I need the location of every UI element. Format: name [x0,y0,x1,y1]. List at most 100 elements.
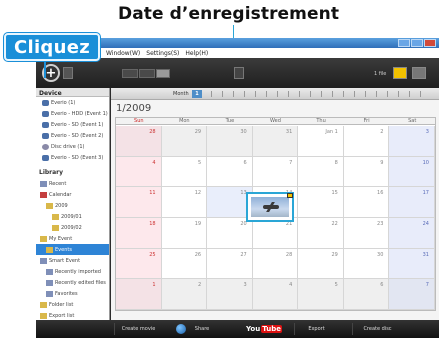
library-item[interactable]: 2009/01 [36,211,109,222]
device-item[interactable]: Everio - SD (Event 3) [36,152,109,163]
calendar-day-cell[interactable]: 30 [207,126,253,157]
calendar-day-cell[interactable]: 6 [207,156,253,188]
calendar-day-cell[interactable]: 29 [161,126,208,157]
calendar-day-cell[interactable]: 22 [298,218,344,249]
calendar-day-cell[interactable]: 31 [252,126,299,157]
day-number: 4 [289,282,293,289]
library-item[interactable]: Export list [36,310,109,320]
calendar-day-cell[interactable]: 8 [298,156,344,188]
calendar-day-cell[interactable]: 7 [389,279,435,310]
folder-icon [46,202,53,209]
disc-icon [42,143,49,150]
device-item[interactable]: Disc drive (1) [36,141,109,152]
menu-settings[interactable]: Settings(S) [146,50,179,57]
share-button[interactable]: Share [188,323,216,335]
calendar-day-cell[interactable]: 17 [389,187,435,218]
day-number: 26 [194,251,202,258]
calendar-day-cell[interactable]: 5 [298,279,344,310]
library-item[interactable]: Smart Event [36,255,109,266]
day-number: 4 [152,159,156,166]
calendar-day-cell[interactable]: 5 [161,156,208,188]
video-thumbnail[interactable] [246,192,294,222]
calendar-day-cell[interactable]: 26 [161,248,208,280]
calendar-day-cell[interactable]: 16 [343,187,390,218]
library-item[interactable]: Events [36,244,109,255]
calendar-day-cell[interactable]: 4 [252,279,299,310]
create-movie-button[interactable]: Create movie [114,323,162,335]
export-button[interactable]: Export [294,323,338,335]
library-label: 2009 [55,202,68,209]
device-item[interactable]: Everio - SD (Event 1) [36,119,109,130]
calendar-day-cell[interactable]: 11 [116,187,162,218]
calendar-day-cell[interactable]: Jan 1 [298,126,344,157]
calendar-day-cell[interactable]: 1 [116,279,162,310]
library-item[interactable]: 2009/02 [36,222,109,233]
calendar-day-cell[interactable]: 20 [207,218,253,249]
sort-icon[interactable] [412,67,426,79]
device-item[interactable]: Everio (1) [36,97,109,108]
calendar-day-cell[interactable]: 15 [298,187,344,218]
calendar-day-cell[interactable]: 7 [252,156,299,188]
calendar-day-cell[interactable]: 10 [389,156,435,188]
zoom-tick [255,91,256,97]
device-item[interactable]: Everio - SD (Event 2) [36,130,109,141]
calendar-day-cell[interactable]: 2 [343,126,390,157]
library-item[interactable]: 2009 [36,200,109,211]
zoom-tick [233,91,234,97]
calendar-day-cell[interactable]: 24 [389,218,435,249]
device-label: Everio - HDD (Event 1) [51,110,108,117]
zoom-tick [266,91,267,97]
library-item[interactable]: Calendar [36,189,109,200]
library-item[interactable]: My Event [36,233,109,244]
smart-icon [46,268,53,275]
day-number: 30 [377,251,384,258]
globe-icon[interactable] [176,324,186,334]
maximize-button[interactable] [411,39,423,47]
library-item[interactable]: Favorites [36,288,109,299]
day-number: 27 [240,251,247,258]
calendar-day-cell[interactable]: 28 [252,248,299,280]
calendar-day-cell[interactable]: 31 [389,248,435,280]
day-number: 6 [380,282,384,289]
calendar-day-cell[interactable]: 3 [207,279,253,310]
airplane-video-thumbnail [251,197,289,217]
calendar-day-cell[interactable]: 12 [161,187,208,218]
app-window: Window(W) Settings(S) Help(H) + 1 file D… [36,38,439,338]
calendar-day-cell[interactable]: 30 [343,248,390,280]
calendar-day-cell[interactable]: 6 [343,279,390,310]
menu-window[interactable]: Window(W) [106,50,140,57]
library-item[interactable]: Folder list [36,299,109,310]
calendar-day-cell[interactable]: 19 [161,218,208,249]
calendar-day-cell[interactable]: 18 [116,218,162,249]
library-item[interactable]: Recent [36,178,109,189]
toolbar-center-button[interactable] [234,67,244,79]
toolbar-secondary-button[interactable] [63,67,73,79]
view-button-calendar[interactable] [156,69,170,78]
menu-help[interactable]: Help(H) [185,50,208,57]
calendar-day-cell[interactable]: 9 [343,156,390,188]
calendar-day-cell[interactable]: 23 [343,218,390,249]
minimize-button[interactable] [398,39,410,47]
calendar-day-cell[interactable]: 3 [389,126,435,157]
view-button-1[interactable] [122,69,138,78]
month-mode-button[interactable]: 1 [192,90,202,98]
calendar-day-cell[interactable]: 4 [116,156,162,188]
library-list: Recent Calendar 2009 2009/01 2009/02 My Event… [36,178,109,320]
close-button[interactable] [424,39,436,47]
thumbnail-size-icon[interactable] [393,67,407,79]
create-disc-button[interactable]: Create disc [352,323,402,335]
calendar-day-cell[interactable]: 28 [116,126,162,157]
calendar-day-cell[interactable]: 27 [207,248,253,280]
device-item[interactable]: Everio - HDD (Event 1) [36,108,109,119]
calendar-day-cell[interactable]: 29 [298,248,344,280]
library-item[interactable]: Recently edited files [36,277,109,288]
calendar-day-cell[interactable]: 2 [161,279,208,310]
zoom-tick [365,91,366,97]
folder-icon [52,213,59,220]
day-number: 8 [334,159,338,166]
youtube-button[interactable]: You Tube [246,323,282,335]
view-button-2[interactable] [139,69,155,78]
calendar-day-cell[interactable]: 21 [252,218,299,249]
calendar-day-cell[interactable]: 25 [116,248,162,280]
library-item[interactable]: Recently imported [36,266,109,277]
